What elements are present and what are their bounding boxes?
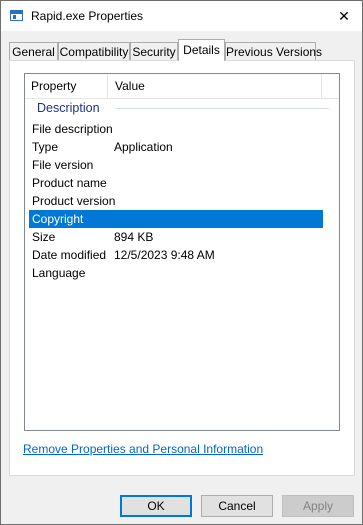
- tab-details[interactable]: Details: [178, 39, 225, 61]
- list-item[interactable]: Type Application: [29, 138, 323, 156]
- properties-dialog: Rapid.exe Properties ✕ General Compatibi…: [0, 0, 363, 525]
- details-panel: Property Value Description File descript…: [9, 60, 355, 476]
- property-name: Product version: [32, 194, 116, 208]
- list-item[interactable]: Language: [29, 264, 323, 282]
- tab-general[interactable]: General: [9, 42, 58, 60]
- tab-strip: General Compatibility Security Details P…: [9, 39, 349, 61]
- property-name: Product name: [32, 176, 107, 190]
- property-value: Application: [114, 140, 173, 154]
- property-name: File version: [32, 158, 94, 172]
- column-divider[interactable]: [321, 74, 322, 98]
- list-item[interactable]: Size 894 KB: [29, 228, 323, 246]
- close-icon[interactable]: ✕: [326, 1, 362, 31]
- list-item[interactable]: Product version: [29, 192, 323, 210]
- ok-button[interactable]: OK: [120, 495, 192, 517]
- column-divider[interactable]: [107, 74, 108, 98]
- property-name: Language: [32, 266, 86, 280]
- tab-previous-versions[interactable]: Previous Versions: [225, 42, 322, 60]
- details-list[interactable]: Property Value Description File descript…: [24, 73, 340, 431]
- property-value: 12/5/2023 9:48 AM: [114, 248, 215, 262]
- property-name: Copyright: [32, 212, 84, 226]
- cancel-button[interactable]: Cancel: [201, 495, 273, 517]
- title-bar: Rapid.exe Properties ✕: [1, 1, 362, 31]
- list-item[interactable]: File description: [29, 120, 323, 138]
- list-item[interactable]: File version: [29, 156, 323, 174]
- remove-properties-link[interactable]: Remove Properties and Personal Informati…: [23, 442, 263, 456]
- property-value: 894 KB: [114, 230, 154, 244]
- column-header-value[interactable]: Value: [109, 74, 145, 98]
- window-app-icon: [10, 10, 23, 21]
- property-name: Type: [32, 140, 59, 154]
- apply-button[interactable]: Apply: [282, 495, 354, 517]
- group-divider: [115, 108, 329, 109]
- tab-security[interactable]: Security: [130, 42, 178, 60]
- property-name: Size: [32, 230, 56, 244]
- window-title: Rapid.exe Properties: [31, 9, 144, 23]
- list-header: Property Value: [25, 74, 339, 99]
- list-item-selected[interactable]: Copyright: [29, 210, 323, 228]
- group-header-description: Description: [37, 101, 100, 115]
- property-name: Date modified: [32, 248, 107, 262]
- tab-compatibility[interactable]: Compatibility: [58, 42, 130, 60]
- column-header-property[interactable]: Property: [25, 74, 76, 98]
- list-item[interactable]: Date modified 12/5/2023 9:48 AM: [29, 246, 323, 264]
- list-item[interactable]: Product name: [29, 174, 323, 192]
- property-name: File description: [32, 122, 113, 136]
